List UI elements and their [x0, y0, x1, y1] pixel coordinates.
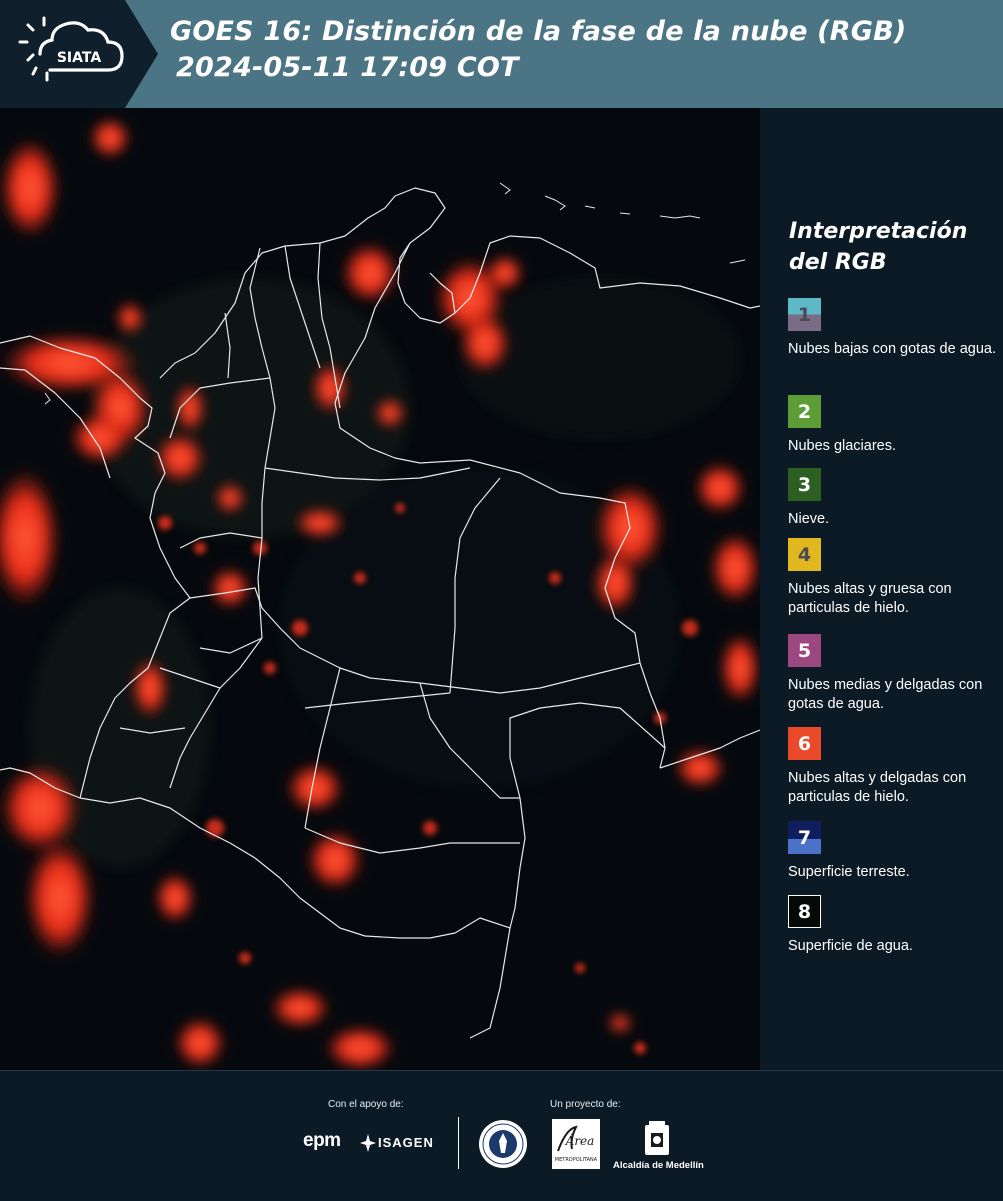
- legend-swatch-8: 8: [788, 895, 821, 928]
- legend-desc-8: Superficie de agua.: [788, 938, 913, 954]
- area-metropolitana-logo[interactable]: Área METROPOLITANA: [552, 1119, 600, 1169]
- footer-divider: [458, 1117, 459, 1169]
- legend-panel: Interpretación del RGB 1 Nubes bajas con…: [760, 108, 1003, 1070]
- legend-desc-1: Nubes bajas con gotas de agua.: [788, 341, 996, 357]
- legend-item-7: 7 Superficie terreste.: [788, 821, 1000, 882]
- alcaldia-logo-text[interactable]: Alcaldía de Medellín: [613, 1160, 704, 1171]
- legend-desc-7: Superficie terreste.: [788, 864, 910, 880]
- isagen-icon: [360, 1134, 376, 1152]
- svg-text:METROPOLITANA: METROPOLITANA: [555, 1157, 598, 1163]
- legend-desc-3: Nieve.: [788, 511, 830, 527]
- legend-item-1: 1 Nubes bajas con gotas de agua.: [788, 298, 1000, 359]
- legend-item-4: 4 Nubes altas y gruesa con particulas de…: [788, 538, 1000, 618]
- title-line-1: GOES 16: Distinción de la fase de la nub…: [170, 16, 907, 47]
- legend-item-6: 6 Nubes altas y delgadas con particulas …: [788, 727, 1000, 807]
- legend-swatch-1: 1: [788, 298, 821, 331]
- support-label: Con el apoyo de:: [328, 1099, 404, 1110]
- legend-item-5: 5 Nubes medias y delgadas con gotas de a…: [788, 634, 1000, 714]
- legend-swatch-3: 3: [788, 468, 821, 501]
- legend-desc-4: Nubes altas y gruesa con particulas de h…: [788, 581, 952, 616]
- seal-icon[interactable]: [478, 1119, 528, 1169]
- legend-item-3: 3 Nieve.: [788, 468, 1000, 529]
- legend-item-8: 8 Superficie de agua.: [788, 895, 1000, 956]
- title-line-2-timestamp: 2024-05-11 17:09 COT: [176, 52, 519, 83]
- legend-desc-6: Nubes altas y delgadas con particulas de…: [788, 770, 967, 805]
- legend-desc-2: Nubes glaciares.: [788, 438, 896, 454]
- legend-item-2: 2 Nubes glaciares.: [788, 395, 1000, 456]
- page-title: GOES 16: Distinción de la fase de la nub…: [170, 14, 906, 86]
- medellin-crest-icon: [645, 1121, 669, 1155]
- siata-logo[interactable]: SIATA: [0, 0, 160, 108]
- legend-swatch-2: 2: [788, 395, 821, 428]
- isagen-logo[interactable]: ISAGEN: [378, 1135, 434, 1150]
- svg-text:Área: Área: [565, 1133, 595, 1148]
- project-label: Un proyecto de:: [550, 1099, 621, 1110]
- legend-swatch-5: 5: [788, 634, 821, 667]
- legend-swatch-6: 6: [788, 727, 821, 760]
- epm-logo[interactable]: epm: [303, 1130, 341, 1152]
- legend-desc-5: Nubes medias y delgadas con gotas de agu…: [788, 677, 983, 712]
- legend-swatch-7: 7: [788, 821, 821, 854]
- satellite-map[interactable]: [0, 108, 760, 1070]
- siata-logo-text: SIATA: [57, 50, 102, 66]
- legend-swatch-4: 4: [788, 538, 821, 571]
- legend-title: Interpretación del RGB: [789, 219, 968, 275]
- header-bar: SIATA GOES 16: Distinción de la fase de …: [0, 0, 1003, 108]
- footer: Con el apoyo de: Un proyecto de: epm ISA…: [0, 1070, 1003, 1201]
